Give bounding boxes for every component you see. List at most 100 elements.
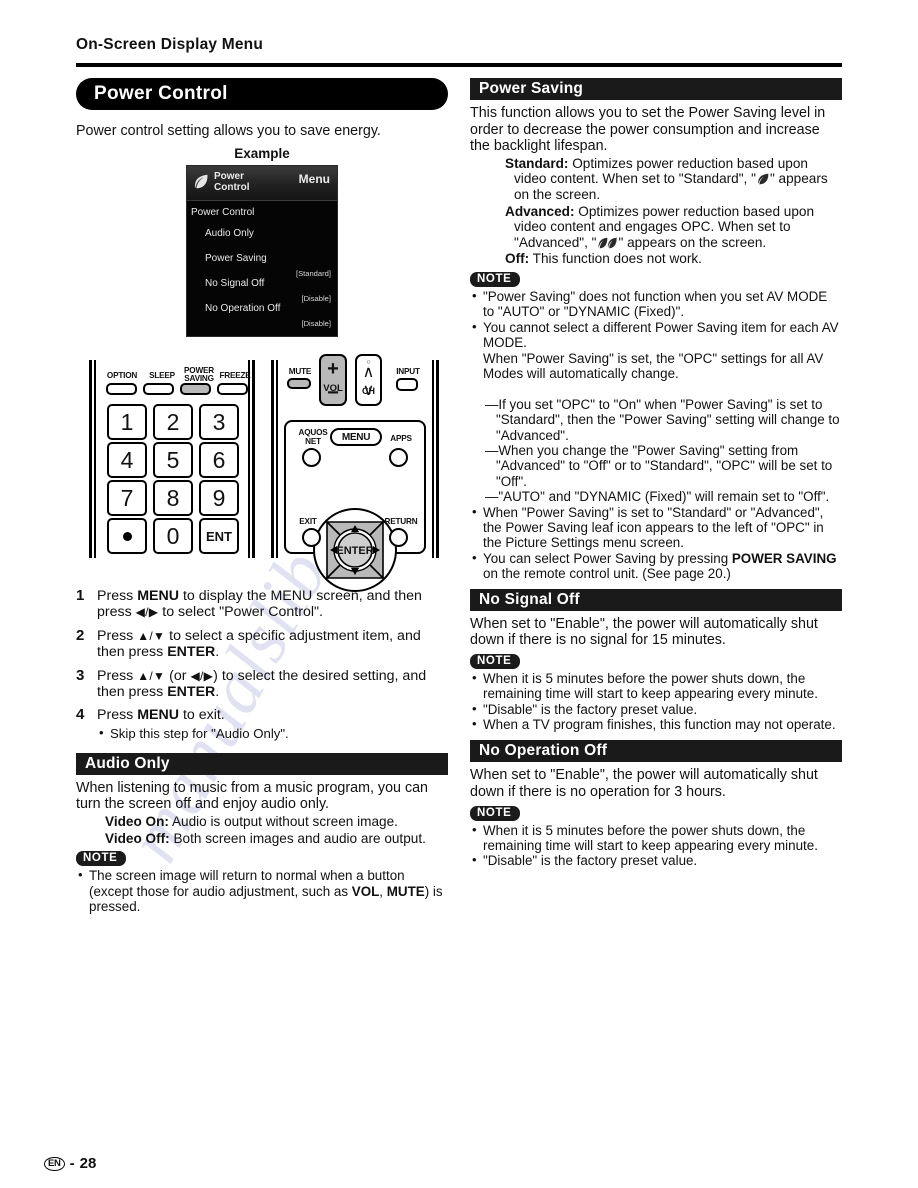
osd-item-value: [Disable]: [301, 318, 331, 328]
aquos-net-label: AQUOS NET: [298, 428, 328, 446]
note-item: When "Power Saving" is set to "Standard"…: [470, 504, 842, 551]
note-sep: ,: [379, 883, 387, 899]
power-saving-definition-advanced: Advanced: Optimizes power reduction base…: [505, 204, 842, 251]
channel-rocker[interactable]: ○ ∧ CH ∨: [355, 354, 382, 406]
step-text: Press ▲/▼ to select a specific adjustmen…: [97, 627, 421, 661]
note-text: You cannot select a different Power Savi…: [483, 319, 839, 351]
note-item: When it is 5 minutes before the power sh…: [470, 822, 842, 854]
step-3: 3 Press ▲/▼ (or ◀/▶) to select the desire…: [76, 666, 448, 701]
apps-button[interactable]: [389, 448, 408, 467]
chevron-up-icon: ∧: [362, 364, 375, 381]
osd-item-label: No Operation Off: [205, 302, 281, 314]
num-key-4[interactable]: 4: [107, 442, 147, 478]
osd-menu-label: Menu: [298, 171, 330, 186]
remote-edge-left: [271, 360, 278, 558]
note-item: The screen image will return to normal w…: [76, 867, 448, 914]
footer-separator: -: [69, 1155, 75, 1172]
input-label: INPUT: [396, 367, 420, 376]
definition-term: Advanced:: [505, 203, 575, 219]
step-4-note: Skip this step for "Audio Only".: [98, 725, 448, 741]
num-key-2[interactable]: 2: [153, 404, 193, 440]
note-badge: NOTE: [470, 653, 521, 669]
exit-label: EXIT: [299, 517, 317, 526]
power-saving-button[interactable]: [180, 383, 211, 395]
right-column: Power Saving This function allows you to…: [470, 78, 842, 869]
freeze-button[interactable]: [217, 383, 248, 395]
option-button[interactable]: [106, 383, 137, 395]
note-badge: NOTE: [470, 805, 521, 821]
num-key-6[interactable]: 6: [199, 442, 239, 478]
osd-breadcrumb: Power Control: [191, 206, 255, 218]
input-button[interactable]: [396, 378, 418, 391]
section-heading-no-operation-off: No Operation Off: [470, 740, 842, 763]
freeze-label: FREEZE: [219, 371, 251, 380]
osd-item-label: Audio Only: [205, 227, 254, 239]
remote-lower-section: AQUOS NET MENU APPS ENTER EXIT RETURN: [284, 420, 426, 592]
note-bold-mute: MUTE: [386, 883, 425, 899]
osd-item-power-saving[interactable]: Power Saving [Standard]: [187, 253, 337, 278]
definition-desc: This function does not work.: [529, 251, 702, 267]
note-text: You can select Power Saving by pressing: [483, 550, 732, 566]
note-dash-list: —If you set "OPC" to "On" when "Power Sa…: [483, 381, 842, 504]
remote-edge-right: [248, 360, 255, 558]
note-continuation: When "Power Saving" is set, the "OPC" se…: [483, 350, 824, 381]
left-column: Power Control Power control setting allo…: [76, 78, 448, 337]
num-key-1[interactable]: 1: [107, 404, 147, 440]
osd-item-value: [Disable]: [301, 293, 331, 303]
menu-button[interactable]: MENU: [330, 428, 382, 446]
chevron-down-icon: ∨: [362, 382, 375, 399]
vol-plus-label: +: [327, 358, 339, 380]
exit-button[interactable]: [302, 528, 321, 547]
step-text: Press ▲/▼ (or ◀/▶) to select the desired…: [97, 667, 427, 701]
volume-rocker[interactable]: + VOL −: [319, 354, 347, 406]
num-key-3[interactable]: 3: [199, 404, 239, 440]
step-text: Press MENU to display the MENU screen, a…: [97, 588, 422, 621]
leaf-icon: [758, 174, 769, 185]
audio-only-body: When listening to music from a music pro…: [76, 779, 428, 813]
note-item: When it is 5 minutes before the power sh…: [470, 670, 842, 702]
page-footer: EN - 28: [44, 1155, 96, 1172]
audio-only-definition-video-off: Video Off: Both screen images and audio …: [105, 831, 448, 847]
remote-left-panel: OPTION SLEEP POWER SAVING FREEZE 1 2 3 4…: [86, 346, 258, 558]
no-operation-off-body: When set to "Enable", the power will aut…: [470, 767, 818, 801]
step-number: 4: [76, 706, 85, 724]
definition-term: Video On:: [105, 814, 169, 830]
apps-label: APPS: [390, 434, 412, 443]
osd-item-value: [Standard]: [295, 268, 331, 278]
mute-button[interactable]: [287, 378, 311, 389]
step-number: 3: [76, 666, 85, 684]
num-key-9[interactable]: 9: [199, 480, 239, 516]
note-item: "Power Saving" does not function when yo…: [470, 288, 842, 320]
osd-header-title: Power Control: [214, 170, 250, 194]
ent-key[interactable]: ENT: [199, 518, 239, 554]
num-key-8[interactable]: 8: [153, 480, 193, 516]
sleep-button[interactable]: [143, 383, 174, 395]
note-bold-vol: VOL: [351, 883, 380, 899]
step-text: Press MENU to exit.: [97, 707, 225, 724]
section-heading-audio-only: Audio Only: [76, 752, 448, 775]
osd-item-no-signal-off[interactable]: No Signal Off [Disable]: [187, 278, 337, 303]
note-badge: NOTE: [76, 851, 127, 867]
note-item: "Disable" is the factory preset value.: [470, 852, 842, 868]
num-key-5[interactable]: 5: [153, 442, 193, 478]
aquos-net-button[interactable]: [302, 448, 321, 467]
remote-control-illustration: OPTION SLEEP POWER SAVING FREEZE 1 2 3 4…: [86, 346, 442, 592]
remote-edge-right: [432, 360, 439, 558]
num-key-0[interactable]: 0: [153, 518, 193, 554]
mute-label: MUTE: [288, 367, 312, 376]
power-saving-notes: "Power Saving" does not function when yo…: [470, 288, 842, 582]
return-button[interactable]: [389, 528, 408, 547]
num-key-7[interactable]: 7: [107, 480, 147, 516]
osd-item-no-operation-off[interactable]: No Operation Off [Disable]: [187, 303, 337, 328]
power-saving-definition-standard: Standard: Optimizes power reduction base…: [505, 156, 842, 203]
running-head: On-Screen Display Menu: [76, 36, 264, 53]
remote-edge-left: [89, 360, 96, 558]
double-leaf-icon: [597, 237, 617, 249]
osd-item-audio-only[interactable]: Audio Only: [187, 228, 337, 253]
dash-item: —If you set "OPC" to "On" when "Power Sa…: [485, 396, 840, 443]
note-item: You cannot select a different Power Savi…: [470, 319, 842, 505]
definition-desc: Audio is output without screen image.: [168, 814, 398, 830]
num-key-dot[interactable]: [107, 518, 147, 554]
step-number: 1: [76, 587, 85, 604]
step-4: 4 Press MENU to exit.: [76, 706, 448, 724]
